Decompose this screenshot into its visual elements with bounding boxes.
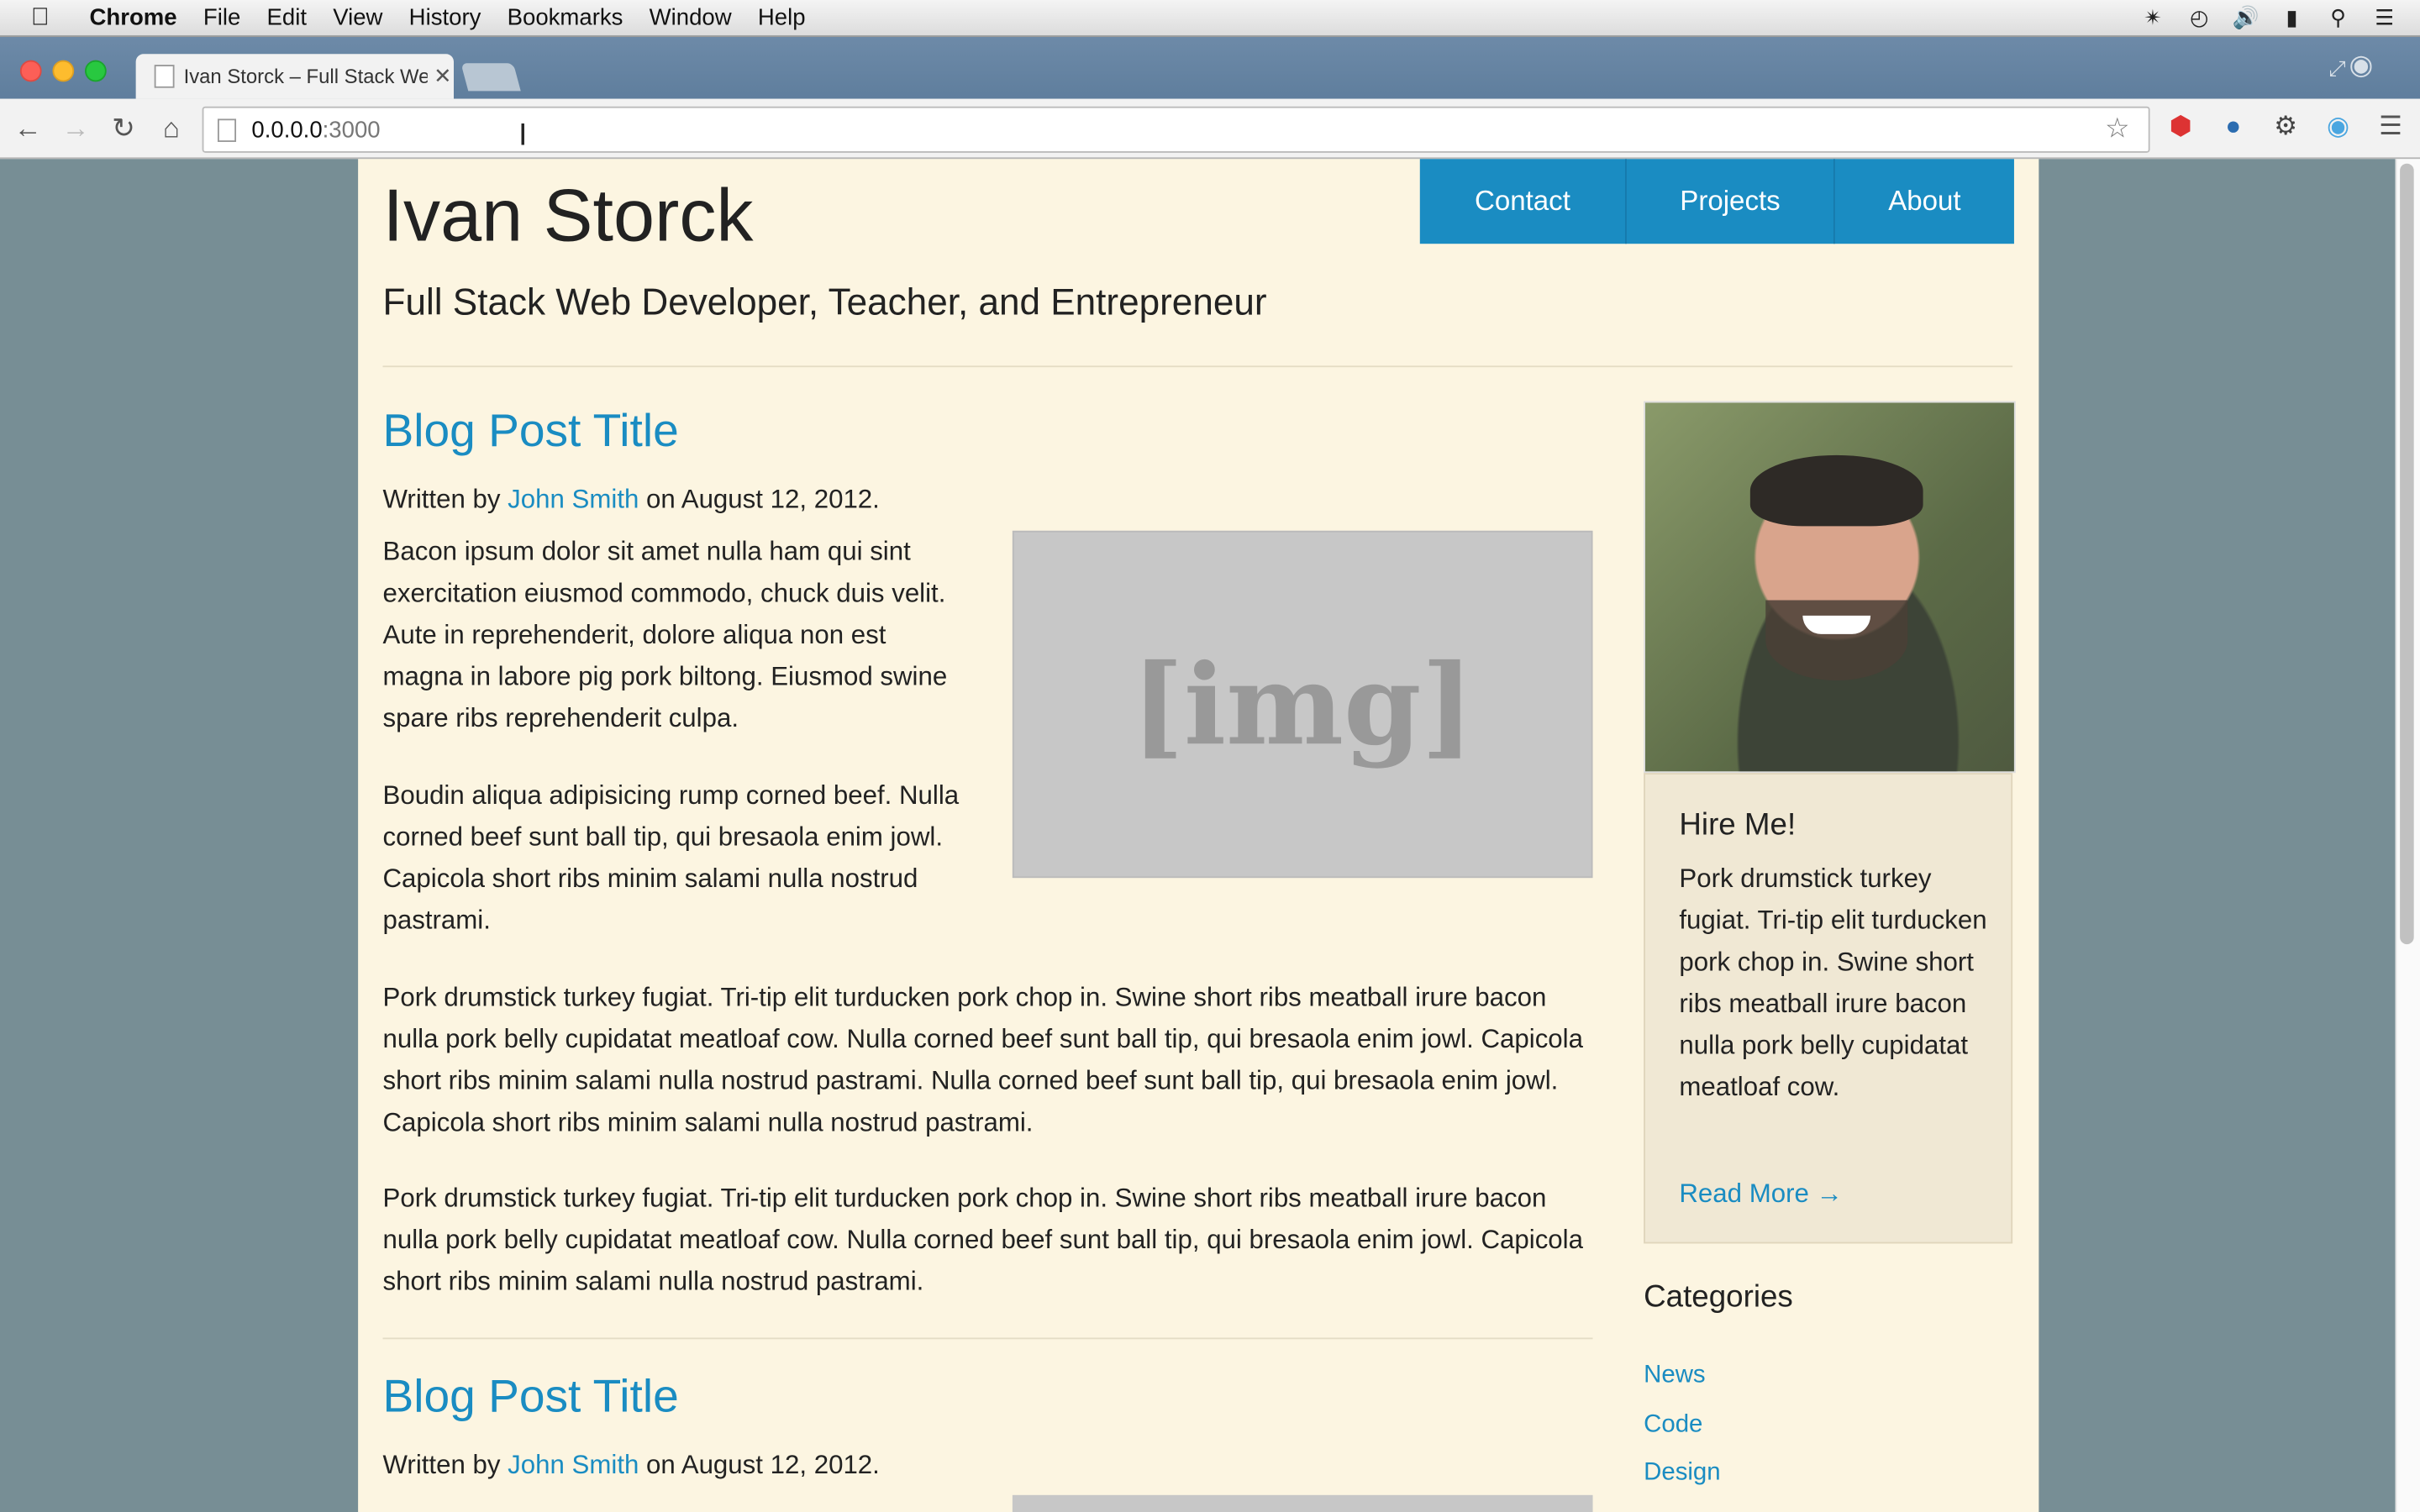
post-image-placeholder: [img]: [1012, 530, 1593, 879]
menu-view[interactable]: View: [333, 5, 382, 31]
site-title[interactable]: Ivan Storck: [383, 175, 754, 260]
apple-menu-icon[interactable]: : [31, 4, 62, 32]
post-paragraph: Boudin aliqua adipisicing rump corned be…: [382, 780, 960, 936]
post-paragraph: Bacon ipsum dolor sit amet nulla ham qui…: [382, 537, 948, 733]
menubar-tray: ✴ ◴ 🔊 ▮ ⚲ ☰: [2139, 0, 2399, 35]
adblock-extension-icon[interactable]: ⬢: [2164, 111, 2197, 144]
wifi-icon[interactable]: ◴: [2186, 5, 2213, 31]
page-icon: [217, 118, 237, 142]
home-icon[interactable]: ⌂: [151, 112, 192, 144]
post-title[interactable]: Blog Post Title: [383, 1372, 679, 1424]
scrollbar-thumb[interactable]: [2400, 163, 2414, 945]
browser-toolbar: ← → ↻ ⌂ 0.0.0.0:3000 ☆ ⬢ ● ⚙ ◉ ☰: [0, 98, 2420, 160]
category-link-news[interactable]: News: [1644, 1362, 1705, 1390]
post-divider: [382, 1337, 1593, 1340]
mac-menubar:  Chrome File Edit View History Bookmark…: [0, 0, 2420, 38]
url-host: 0.0.0.0: [251, 116, 323, 143]
close-window-button[interactable]: [19, 60, 42, 82]
main-nav: Contact Projects About: [1419, 159, 2014, 244]
zoom-window-button[interactable]: [85, 60, 107, 82]
menu-window[interactable]: Window: [650, 5, 732, 31]
web-page: Ivan Storck Full Stack Web Developer, Te…: [358, 159, 2039, 1512]
volume-icon[interactable]: 🔊: [2232, 5, 2260, 31]
byline-date: on August 12, 2012.: [639, 484, 880, 514]
menu-app-name[interactable]: Chrome: [90, 5, 177, 31]
tab-title: Ivan Storck – Full Stack We: [183, 65, 428, 88]
hire-me-text: Pork drumstick turkey fugiat. Tri-tip el…: [1679, 864, 1987, 1102]
byline-prefix: Written by: [382, 1450, 508, 1480]
battery-icon[interactable]: ▮: [2278, 5, 2306, 31]
category-link-code[interactable]: Code: [1644, 1412, 1702, 1440]
profile-avatar-icon[interactable]: ◉: [2349, 50, 2405, 92]
menu-edit[interactable]: Edit: [266, 5, 306, 31]
new-tab-button[interactable]: [460, 63, 521, 92]
author-link[interactable]: John Smith: [508, 485, 639, 514]
close-tab-icon[interactable]: ✕: [434, 63, 452, 89]
page-favicon-icon: [154, 65, 175, 88]
photo-hair: [1749, 454, 1923, 527]
categories-title: Categories: [1644, 1280, 1793, 1315]
post-byline: Written by John Smith on August 12, 2012…: [383, 1451, 880, 1482]
menu-bookmarks[interactable]: Bookmarks: [508, 5, 623, 31]
notification-center-icon[interactable]: ☰: [2370, 5, 2398, 31]
back-arrow-icon[interactable]: ←: [8, 112, 48, 144]
hire-me-title: Hire Me!: [1679, 808, 1797, 843]
read-more-link[interactable]: Read More →: [1679, 1179, 1842, 1210]
byline-prefix: Written by: [382, 484, 508, 514]
extension-v-icon[interactable]: ◉: [2321, 111, 2354, 144]
category-link-design[interactable]: Design: [1644, 1460, 1720, 1488]
nav-about[interactable]: About: [1834, 159, 2014, 244]
text-cursor-icon: I: [518, 118, 528, 153]
minimize-window-button[interactable]: [52, 60, 75, 82]
post-byline: Written by John Smith on August 12, 2012…: [383, 485, 880, 516]
hire-me-panel: Hire Me! Pork drumstick turkey fugiat. T…: [1644, 773, 2013, 1244]
post-paragraph: Pork drumstick turkey fugiat. Tri-tip el…: [382, 1183, 1583, 1296]
author-photo: [1644, 401, 2016, 774]
bookmark-star-icon[interactable]: ☆: [2105, 113, 2130, 145]
byline-date: on August 12, 2012.: [639, 1450, 880, 1480]
bluetooth-icon[interactable]: ✴: [2139, 5, 2167, 31]
browser-tab-active[interactable]: Ivan Storck – Full Stack We ✕: [135, 54, 455, 99]
site-tagline: Full Stack Web Developer, Teacher, and E…: [382, 282, 1267, 324]
nav-contact[interactable]: Contact: [1419, 159, 1627, 244]
photo-smile: [1802, 615, 1871, 634]
browser-tabstrip: Ivan Storck – Full Stack We ✕ ⤢ ◉: [0, 37, 2420, 99]
settings-gear-icon[interactable]: ⚙: [2269, 111, 2302, 144]
header-divider: [382, 365, 2013, 368]
ghostery-extension-icon[interactable]: ●: [2217, 111, 2250, 144]
spotlight-search-icon[interactable]: ⚲: [2324, 5, 2352, 31]
photo-beard: [1765, 600, 1908, 681]
nav-projects[interactable]: Projects: [1626, 159, 1835, 244]
post-title[interactable]: Blog Post Title: [383, 406, 679, 458]
post-paragraph: Pork drumstick turkey fugiat. Tri-tip el…: [382, 983, 1583, 1137]
author-link[interactable]: John Smith: [508, 1451, 639, 1480]
url-port: :3000: [322, 116, 381, 143]
reload-icon[interactable]: ↻: [103, 112, 144, 144]
post-image-placeholder: [1012, 1494, 1593, 1512]
fullscreen-icon[interactable]: ⤢: [2328, 55, 2346, 81]
address-bar[interactable]: 0.0.0.0:3000 ☆: [202, 106, 2150, 153]
menu-help[interactable]: Help: [758, 5, 806, 31]
forward-arrow-icon[interactable]: →: [55, 112, 96, 144]
menu-file[interactable]: File: [203, 5, 240, 31]
chrome-menu-icon[interactable]: ☰: [2374, 111, 2407, 144]
menu-history[interactable]: History: [409, 5, 481, 31]
